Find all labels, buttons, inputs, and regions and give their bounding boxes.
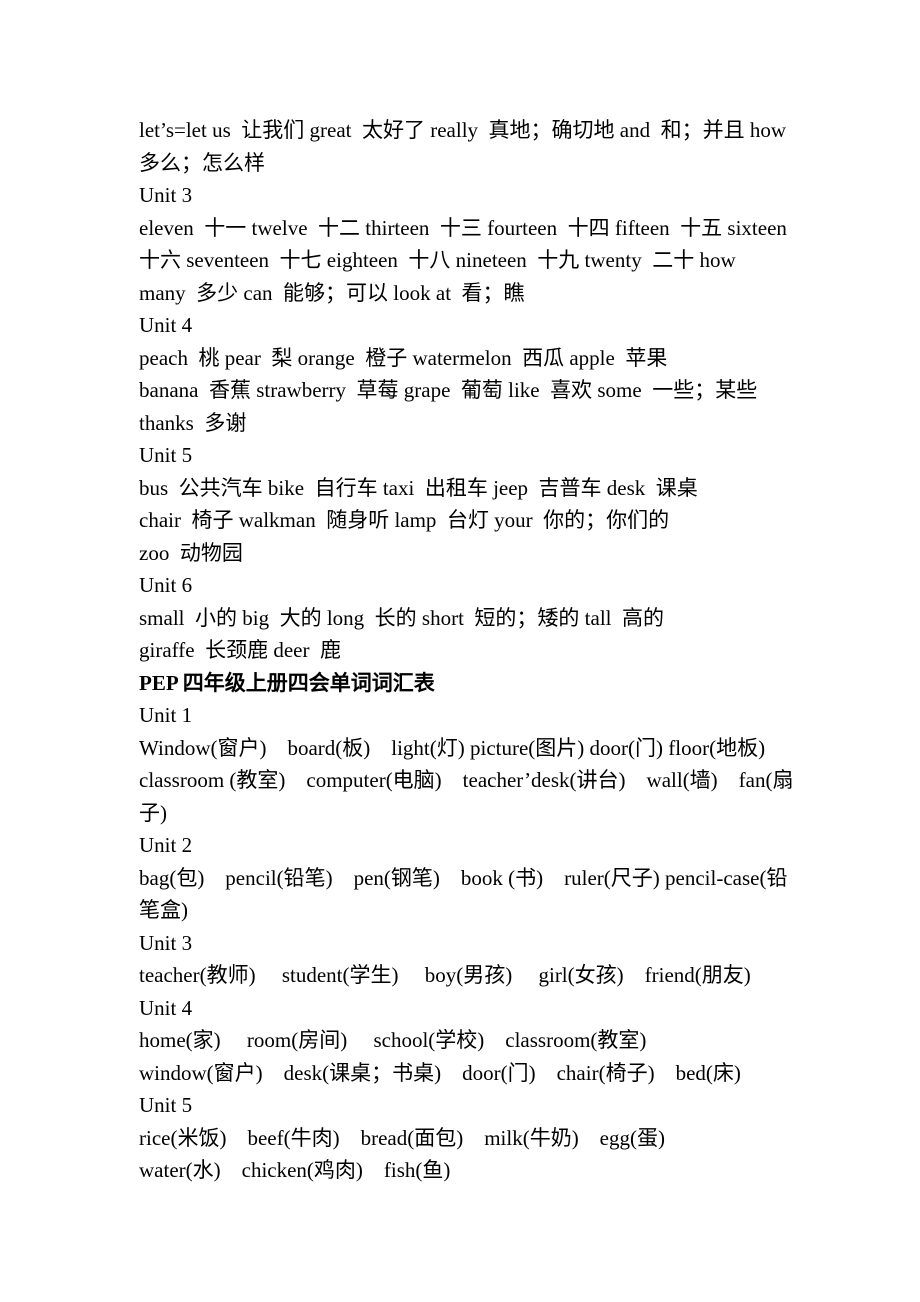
vocab-line: water(水) chicken(鸡肉) fish(鱼) (139, 1158, 451, 1182)
section-title: PEP 四年级上册四会单词词汇表 (139, 670, 435, 695)
unit-heading: Unit 3 (139, 930, 193, 955)
vocab-line: zoo 动物园 (139, 540, 243, 565)
unit-heading: Unit 5 (139, 1093, 193, 1117)
vocab-line: thanks 多谢 (139, 410, 247, 435)
unit-heading: Unit 3 (139, 183, 193, 207)
vocab-line: bag(包) pencil(铅笔) pen(钢笔) book (书) ruler… (139, 865, 788, 890)
vocab-line: many 多少 can 能够；可以 look at 看；瞧 (139, 280, 525, 305)
vocab-line: let’s=let us 让我们 great 太好了 really 真地；确切地… (139, 118, 787, 142)
vocab-line: eleven 十一 twelve 十二 thirteen 十三 fourteen… (139, 215, 787, 240)
vocab-line: rice(米饭) beef(牛肉) bread(面包) milk(牛奶) egg… (139, 1125, 665, 1150)
vocab-line: small 小的 big 大的 long 长的 short 短的；矮的 tall… (139, 605, 664, 630)
vocab-line: banana 香蕉 strawberry 草莓 grape 葡萄 like 喜欢… (139, 378, 758, 402)
vocab-line: home(家) room(房间) school(学校) classroom(教室… (139, 1028, 647, 1052)
vocab-line: giraffe 长颈鹿 deer 鹿 (139, 638, 341, 662)
vocab-line: bus 公共汽车 bike 自行车 taxi 出租车 jeep 吉普车 desk… (139, 475, 698, 500)
vocab-line: 十六 seventeen 十七 eighteen 十八 nineteen 十九 … (139, 248, 736, 272)
vocab-line: window(窗户) desk(课桌；书桌) door(门) chair(椅子)… (139, 1060, 741, 1085)
vocab-line: peach 桃 pear 梨 orange 橙子 watermelon 西瓜 a… (139, 345, 668, 370)
vocab-line: 子) (139, 800, 167, 825)
vocab-line: 笔盒) (139, 898, 188, 922)
vocab-line: Window(窗户) board(板) light(灯) picture(图片)… (139, 735, 766, 760)
vocab-line: classroom (教室) computer(电脑) teacher’desk… (139, 768, 794, 792)
vocab-line: chair 椅子 walkman 随身听 lamp 台灯 your 你的；你们的 (139, 508, 670, 532)
unit-heading: Unit 6 (139, 573, 193, 597)
vocab-line: teacher(教师) student(学生) boy(男孩) girl(女孩)… (139, 963, 751, 987)
unit-heading: Unit 4 (139, 313, 193, 337)
vocab-line: 多么；怎么样 (139, 150, 265, 175)
unit-heading: Unit 1 (139, 703, 193, 727)
document-page: let’s=let us 让我们 great 太好了 really 真地；确切地… (139, 114, 819, 1187)
unit-heading: Unit 2 (139, 833, 193, 857)
unit-heading: Unit 4 (139, 995, 193, 1020)
unit-heading: Unit 5 (139, 443, 193, 467)
